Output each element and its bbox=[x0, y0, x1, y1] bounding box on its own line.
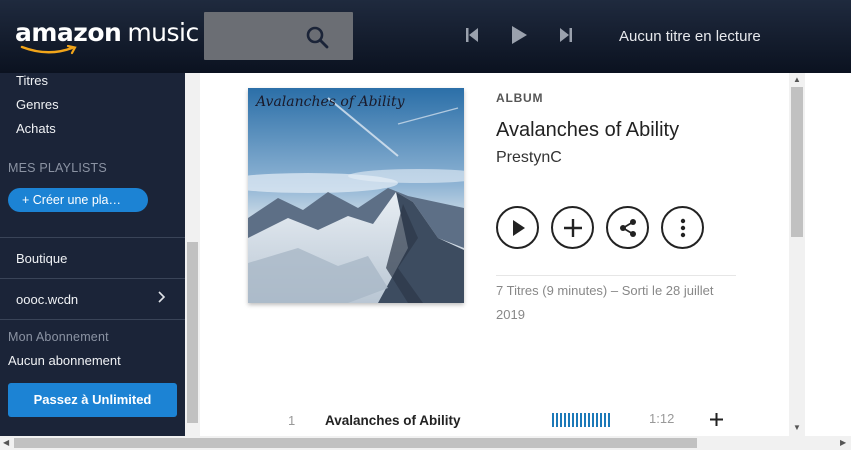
chevron-right-icon[interactable] bbox=[158, 291, 166, 303]
add-icon bbox=[563, 218, 582, 237]
search-box[interactable] bbox=[204, 12, 353, 60]
now-playing-text: Aucun titre en lecture bbox=[619, 28, 761, 45]
album-type-label: ALBUM bbox=[496, 91, 544, 105]
add-track-icon[interactable] bbox=[710, 413, 723, 426]
sidebar-scrollbar-thumb[interactable] bbox=[187, 242, 198, 423]
top-bar: amazon music Aucun titre en lecture bbox=[0, 0, 851, 73]
share-icon bbox=[619, 218, 636, 237]
track-number: 1 bbox=[288, 413, 296, 428]
search-icon[interactable] bbox=[305, 25, 329, 49]
horizontal-scrollbar[interactable]: ◀ ▶ bbox=[0, 436, 851, 450]
subscription-status: Aucun abonnement bbox=[8, 353, 121, 368]
sidebar-divider bbox=[0, 319, 185, 320]
sound-bars-icon bbox=[552, 413, 610, 427]
horizontal-scrollbar-thumb[interactable] bbox=[14, 438, 697, 448]
next-icon[interactable] bbox=[560, 26, 572, 44]
sidebar-item-boutique[interactable]: Boutique bbox=[16, 251, 67, 266]
album-meta: 7 Titres (9 minutes) – Sorti le 28 juill… bbox=[496, 279, 776, 327]
logo-smile-icon bbox=[20, 45, 77, 55]
album-title: Avalanches of Ability bbox=[496, 119, 680, 141]
sidebar-item-genres[interactable]: Genres bbox=[16, 97, 59, 112]
album-cover-art bbox=[248, 88, 464, 303]
scroll-left-icon[interactable]: ◀ bbox=[3, 438, 9, 447]
play-icon bbox=[512, 219, 525, 236]
create-playlist-button[interactable]: + Créer une pla… bbox=[8, 188, 148, 212]
sidebar-divider bbox=[0, 278, 185, 279]
track-duration: 1:12 bbox=[649, 411, 675, 426]
add-album-button[interactable] bbox=[551, 206, 594, 249]
app-root: amazon music Aucun titre en lecture Titre… bbox=[0, 0, 851, 450]
main-scrollbar-thumb[interactable] bbox=[791, 87, 803, 237]
upgrade-unlimited-button[interactable]: Passez à Unlimited bbox=[8, 383, 177, 417]
play-album-button[interactable] bbox=[496, 206, 539, 249]
subscription-heading: Mon Abonnement bbox=[8, 330, 109, 344]
sidebar-divider bbox=[0, 237, 185, 238]
album-meta-line2: 2019 bbox=[496, 307, 525, 322]
sidebar-item-titres[interactable]: Titres bbox=[16, 73, 48, 88]
sidebar-item-achats[interactable]: Achats bbox=[16, 121, 56, 136]
sidebar: Titres Genres Achats MES PLAYLISTS + Cré… bbox=[0, 73, 185, 436]
logo-amazon: amazon bbox=[15, 18, 122, 47]
share-album-button[interactable] bbox=[606, 206, 649, 249]
sidebar-scrollbar[interactable] bbox=[185, 73, 200, 436]
playlists-heading: MES PLAYLISTS bbox=[8, 161, 107, 175]
previous-icon[interactable] bbox=[466, 26, 478, 44]
album-cover[interactable]: Avalanches of Ability bbox=[248, 88, 464, 303]
album-meta-line1: 7 Titres (9 minutes) – Sorti le 28 juill… bbox=[496, 283, 714, 298]
track-row[interactable]: 1 Avalanches of Ability 1:12 bbox=[200, 409, 789, 433]
album-view: Avalanches of Ability ALBUM Avalanches o… bbox=[200, 73, 789, 436]
scroll-up-icon[interactable]: ▲ bbox=[793, 75, 801, 84]
album-artist-link[interactable]: PrestynC bbox=[496, 149, 562, 167]
meta-divider bbox=[496, 275, 736, 276]
more-options-button[interactable] bbox=[661, 206, 704, 249]
main-scrollbar[interactable]: ▲ ▼ bbox=[789, 73, 805, 436]
scroll-right-icon[interactable]: ▶ bbox=[840, 438, 846, 447]
logo-music: music bbox=[127, 18, 199, 47]
more-icon bbox=[680, 218, 685, 237]
scroll-down-icon[interactable]: ▼ bbox=[793, 423, 801, 432]
album-cover-title: Avalanches of Ability bbox=[256, 94, 405, 110]
account-menu[interactable]: oooc.wcdn bbox=[16, 292, 78, 307]
play-icon[interactable] bbox=[511, 26, 527, 44]
amazon-music-logo[interactable]: amazon music bbox=[15, 18, 199, 48]
track-title[interactable]: Avalanches of Ability bbox=[325, 413, 461, 428]
